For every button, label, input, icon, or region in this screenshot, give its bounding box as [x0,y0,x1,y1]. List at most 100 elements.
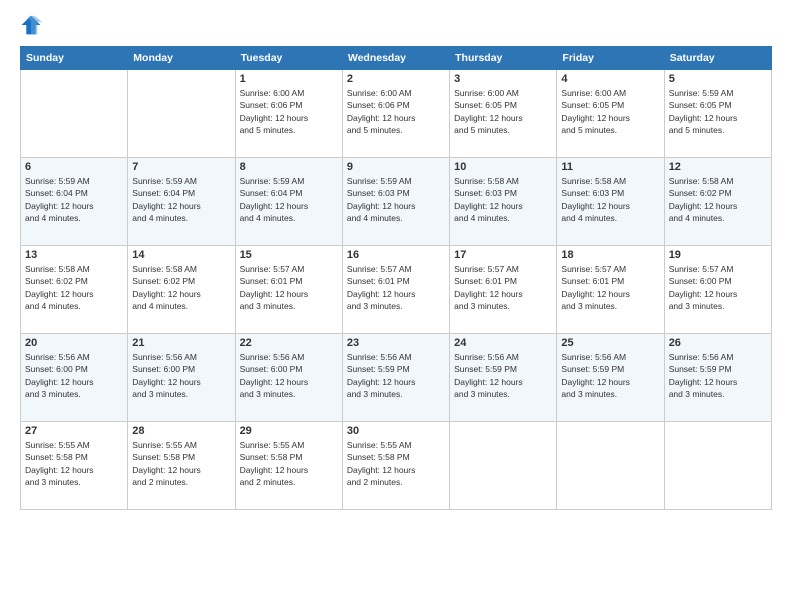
day-cell: 1 Sunrise: 6:00 AM Sunset: 6:06 PM Daylig… [235,70,342,158]
day-cell: 7Sunrise: 5:59 AM Sunset: 6:04 PM Daylig… [128,158,235,246]
day-number: 28 [132,425,230,437]
day-cell: 28 Sunrise: 5:55 AM Sunset: 5:58 PM Dayli… [128,422,235,510]
day-number: 16 [347,249,445,261]
day-cell [21,70,128,158]
day-info: Sunrise: 5:56 AM Sunset: 5:59 PM Dayligh… [561,351,659,400]
day-info: Sunrise: 5:55 AM Sunset: 5:58 PM Dayligh… [347,439,445,488]
day-cell: 23 Sunrise: 5:56 AM Sunset: 5:59 PM Dayli… [342,334,449,422]
week-row-2: 6Sunrise: 5:59 AM Sunset: 6:04 PM Daylig… [21,158,772,246]
day-cell: 4 Sunrise: 6:00 AM Sunset: 6:05 PM Daylig… [557,70,664,158]
day-cell: 10 Sunrise: 5:58 AM Sunset: 6:03 PM Dayli… [450,158,557,246]
day-cell: 24 Sunrise: 5:56 AM Sunset: 5:59 PM Dayli… [450,334,557,422]
logo [20,18,46,36]
day-number: 8 [240,161,338,173]
day-info: Sunrise: 6:00 AM Sunset: 6:05 PM Dayligh… [561,87,659,136]
day-cell: 2 Sunrise: 6:00 AM Sunset: 6:06 PM Daylig… [342,70,449,158]
day-number: 24 [454,337,552,349]
day-number: 17 [454,249,552,261]
day-number: 9 [347,161,445,173]
day-info: Sunrise: 5:56 AM Sunset: 5:59 PM Dayligh… [454,351,552,400]
day-number: 10 [454,161,552,173]
day-cell: 3 Sunrise: 6:00 AM Sunset: 6:05 PM Daylig… [450,70,557,158]
day-number: 2 [347,73,445,85]
day-info: Sunrise: 5:59 AM Sunset: 6:05 PM Dayligh… [669,87,767,136]
day-cell: 22Sunrise: 5:56 AM Sunset: 6:00 PM Dayli… [235,334,342,422]
header [20,18,772,36]
day-info: Sunrise: 5:59 AM Sunset: 6:04 PM Dayligh… [240,175,338,224]
day-cell: 16 Sunrise: 5:57 AM Sunset: 6:01 PM Dayli… [342,246,449,334]
day-cell: 21 Sunrise: 5:56 AM Sunset: 6:00 PM Dayli… [128,334,235,422]
header-cell-tuesday: Tuesday [235,47,342,70]
header-cell-monday: Monday [128,47,235,70]
day-info: Sunrise: 5:58 AM Sunset: 6:03 PM Dayligh… [561,175,659,224]
header-cell-friday: Friday [557,47,664,70]
day-info: Sunrise: 6:00 AM Sunset: 6:06 PM Dayligh… [240,87,338,136]
day-info: Sunrise: 5:59 AM Sunset: 6:03 PM Dayligh… [347,175,445,224]
day-info: Sunrise: 5:55 AM Sunset: 5:58 PM Dayligh… [132,439,230,488]
day-cell: 8 Sunrise: 5:59 AM Sunset: 6:04 PM Daylig… [235,158,342,246]
day-cell: 30Sunrise: 5:55 AM Sunset: 5:58 PM Dayli… [342,422,449,510]
week-row-1: 1 Sunrise: 6:00 AM Sunset: 6:06 PM Daylig… [21,70,772,158]
header-cell-thursday: Thursday [450,47,557,70]
day-cell: 14 Sunrise: 5:58 AM Sunset: 6:02 PM Dayli… [128,246,235,334]
day-number: 13 [25,249,123,261]
day-info: Sunrise: 5:58 AM Sunset: 6:03 PM Dayligh… [454,175,552,224]
day-number: 14 [132,249,230,261]
day-info: Sunrise: 5:58 AM Sunset: 6:02 PM Dayligh… [25,263,123,312]
day-number: 1 [240,73,338,85]
day-number: 20 [25,337,123,349]
day-cell [664,422,771,510]
day-info: Sunrise: 5:56 AM Sunset: 6:00 PM Dayligh… [132,351,230,400]
day-info: Sunrise: 5:55 AM Sunset: 5:58 PM Dayligh… [240,439,338,488]
day-cell: 27 Sunrise: 5:55 AM Sunset: 5:58 PM Dayli… [21,422,128,510]
day-info: Sunrise: 5:59 AM Sunset: 6:04 PM Dayligh… [25,175,123,224]
day-info: Sunrise: 5:56 AM Sunset: 6:00 PM Dayligh… [25,351,123,400]
day-info: Sunrise: 6:00 AM Sunset: 6:05 PM Dayligh… [454,87,552,136]
day-cell: 13 Sunrise: 5:58 AM Sunset: 6:02 PM Dayli… [21,246,128,334]
day-info: Sunrise: 5:56 AM Sunset: 6:00 PM Dayligh… [240,351,338,400]
day-info: Sunrise: 5:57 AM Sunset: 6:01 PM Dayligh… [240,263,338,312]
day-info: Sunrise: 5:59 AM Sunset: 6:04 PM Dayligh… [132,175,230,224]
header-cell-wednesday: Wednesday [342,47,449,70]
day-cell: 9 Sunrise: 5:59 AM Sunset: 6:03 PM Daylig… [342,158,449,246]
week-row-3: 13 Sunrise: 5:58 AM Sunset: 6:02 PM Dayli… [21,246,772,334]
day-cell: 18Sunrise: 5:57 AM Sunset: 6:01 PM Dayli… [557,246,664,334]
day-info: Sunrise: 5:57 AM Sunset: 6:01 PM Dayligh… [454,263,552,312]
day-number: 29 [240,425,338,437]
day-number: 3 [454,73,552,85]
day-cell: 20 Sunrise: 5:56 AM Sunset: 6:00 PM Dayli… [21,334,128,422]
day-number: 11 [561,161,659,173]
day-cell: 11 Sunrise: 5:58 AM Sunset: 6:03 PM Dayli… [557,158,664,246]
day-number: 21 [132,337,230,349]
day-info: Sunrise: 5:58 AM Sunset: 6:02 PM Dayligh… [132,263,230,312]
day-info: Sunrise: 5:55 AM Sunset: 5:58 PM Dayligh… [25,439,123,488]
day-cell: 5 Sunrise: 5:59 AM Sunset: 6:05 PM Daylig… [664,70,771,158]
day-cell: 12 Sunrise: 5:58 AM Sunset: 6:02 PM Dayli… [664,158,771,246]
day-info: Sunrise: 5:57 AM Sunset: 6:01 PM Dayligh… [561,263,659,312]
day-info: Sunrise: 5:57 AM Sunset: 6:00 PM Dayligh… [669,263,767,312]
header-row: SundayMondayTuesdayWednesdayThursdayFrid… [21,47,772,70]
day-cell: 26 Sunrise: 5:56 AM Sunset: 5:59 PM Dayli… [664,334,771,422]
day-number: 27 [25,425,123,437]
day-cell [450,422,557,510]
day-cell: 25 Sunrise: 5:56 AM Sunset: 5:59 PM Dayli… [557,334,664,422]
day-number: 23 [347,337,445,349]
day-number: 5 [669,73,767,85]
header-cell-saturday: Saturday [664,47,771,70]
calendar-table: SundayMondayTuesdayWednesdayThursdayFrid… [20,46,772,510]
day-info: Sunrise: 5:57 AM Sunset: 6:01 PM Dayligh… [347,263,445,312]
day-number: 4 [561,73,659,85]
day-info: Sunrise: 5:56 AM Sunset: 5:59 PM Dayligh… [347,351,445,400]
day-number: 19 [669,249,767,261]
day-number: 25 [561,337,659,349]
day-info: Sunrise: 5:58 AM Sunset: 6:02 PM Dayligh… [669,175,767,224]
calendar-body: 1 Sunrise: 6:00 AM Sunset: 6:06 PM Daylig… [21,70,772,510]
day-info: Sunrise: 5:56 AM Sunset: 5:59 PM Dayligh… [669,351,767,400]
week-row-4: 20 Sunrise: 5:56 AM Sunset: 6:00 PM Dayli… [21,334,772,422]
day-number: 12 [669,161,767,173]
day-number: 26 [669,337,767,349]
day-info: Sunrise: 6:00 AM Sunset: 6:06 PM Dayligh… [347,87,445,136]
day-cell: 29 Sunrise: 5:55 AM Sunset: 5:58 PM Dayli… [235,422,342,510]
day-number: 15 [240,249,338,261]
logo-icon [20,14,42,36]
